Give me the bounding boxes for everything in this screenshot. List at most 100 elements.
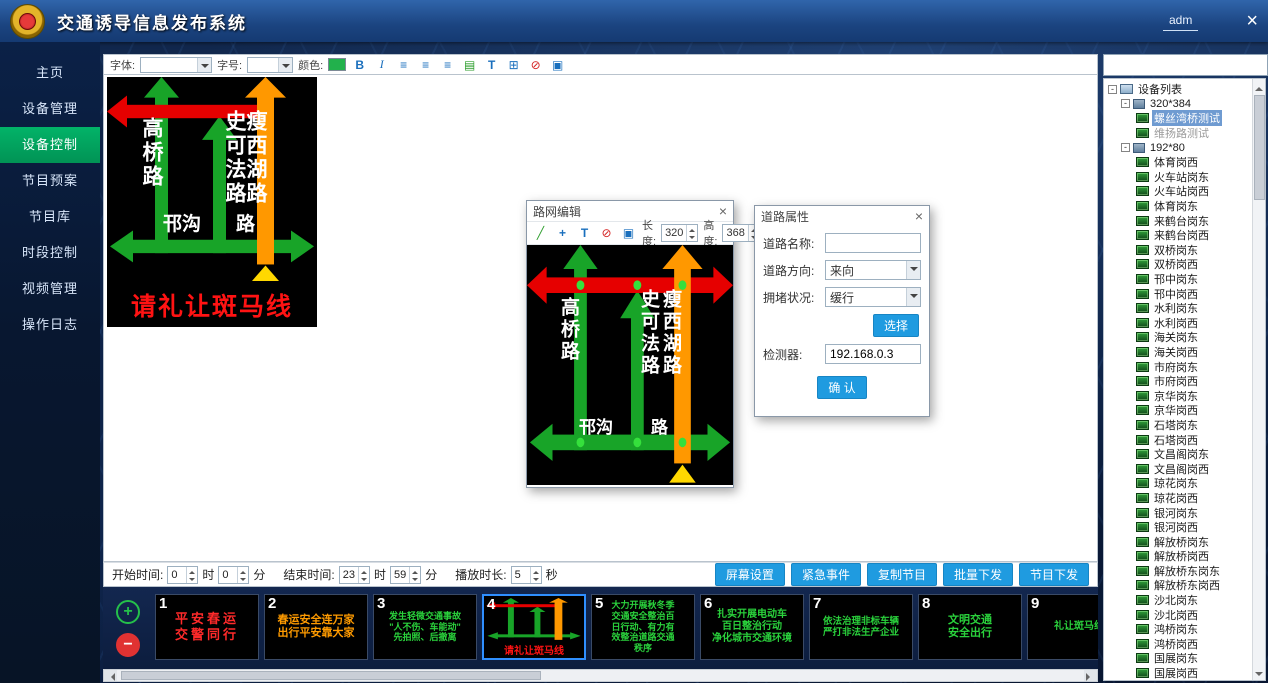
tree-device-item[interactable]: 石塔岗西 — [1107, 432, 1250, 447]
duration-spinner[interactable]: 5 — [511, 566, 542, 584]
tree-device-item[interactable]: 螺丝湾桥测试 — [1107, 111, 1250, 126]
tree-device-item[interactable]: 琼花岗西 — [1107, 491, 1250, 506]
close-icon[interactable]: × — [915, 209, 923, 223]
end-hour-spinner[interactable]: 23 — [339, 566, 370, 584]
tree-group-192x80[interactable]: - 192*80 — [1107, 140, 1250, 155]
forbid-icon[interactable]: ⊘ — [527, 57, 544, 73]
tree-device-item[interactable]: 双桥岗西 — [1107, 257, 1250, 272]
tree-device-item[interactable]: 解放桥岗东 — [1107, 534, 1250, 549]
tree-device-item[interactable]: 维扬路测试 — [1107, 126, 1250, 141]
nav-item-program-plan[interactable]: 节目预案 — [0, 163, 100, 199]
nav-item-video-management[interactable]: 视频管理 — [0, 271, 100, 307]
tree-device-item[interactable]: 海关岗西 — [1107, 345, 1250, 360]
spinner-arrows-icon[interactable] — [358, 567, 369, 583]
spinner-arrows-icon[interactable] — [530, 567, 541, 583]
detector-input[interactable] — [825, 344, 921, 364]
tree-device-item[interactable]: 京华岗西 — [1107, 403, 1250, 418]
tree-device-item[interactable]: 水利岗东 — [1107, 301, 1250, 316]
playlist-item-1[interactable]: 1 平安春运 交警同行 — [155, 594, 259, 660]
tree-device-item[interactable]: 火车站岗东 — [1107, 170, 1250, 185]
bold-icon[interactable]: B — [351, 57, 368, 73]
screen-settings-button[interactable]: 屏幕设置 — [715, 563, 785, 586]
scroll-left-icon[interactable] — [104, 670, 117, 681]
nav-item-home[interactable]: 主页 — [0, 55, 100, 91]
text-tool-icon[interactable]: T — [576, 225, 593, 241]
road-direction-select[interactable]: 来向 — [825, 260, 921, 280]
collapse-icon[interactable]: - — [1121, 143, 1130, 152]
nav-item-device-management[interactable]: 设备管理 — [0, 91, 100, 127]
nav-item-operation-log[interactable]: 操作日志 — [0, 307, 100, 343]
align-left-icon[interactable]: ≡ — [395, 57, 412, 73]
draw-line-icon[interactable]: ╱ — [532, 225, 549, 241]
road-name-input[interactable] — [825, 233, 921, 253]
tree-device-item[interactable]: 鸿桥岗东 — [1107, 622, 1250, 637]
tree-device-item[interactable]: 石塔岗东 — [1107, 418, 1250, 433]
tree-device-item[interactable]: 来鹤台岗西 — [1107, 228, 1250, 243]
collapse-icon[interactable]: - — [1121, 99, 1130, 108]
add-program-button[interactable]: + — [116, 600, 140, 624]
font-size-select[interactable] — [247, 57, 293, 73]
spinner-arrows-icon[interactable] — [186, 567, 197, 583]
close-icon[interactable]: × — [719, 204, 727, 218]
tree-device-item[interactable]: 来鹤台岗东 — [1107, 213, 1250, 228]
scroll-up-icon[interactable] — [1253, 79, 1266, 92]
tree-device-item[interactable]: 双桥岗东 — [1107, 243, 1250, 258]
tree-group-320x384[interactable]: - 320*384 — [1107, 97, 1250, 112]
sign-preview[interactable]: 高桥路 史可法路 瘦西湖路 邗沟 路 请礼让斑马线 — [107, 77, 317, 327]
scroll-right-icon[interactable] — [1084, 670, 1097, 681]
tree-device-item[interactable]: 市府岗东 — [1107, 359, 1250, 374]
playlist-item-7[interactable]: 7 依法治理非标车辆 严打非法生产企业 — [809, 594, 913, 660]
fit-frame-icon[interactable]: ⊞ — [505, 57, 522, 73]
forbid-icon[interactable]: ⊘ — [598, 225, 615, 241]
device-search-input[interactable] — [1103, 54, 1268, 76]
scroll-down-icon[interactable] — [1253, 667, 1266, 680]
insert-text-icon[interactable]: T — [483, 57, 500, 73]
tree-device-item[interactable]: 沙北岗东 — [1107, 593, 1250, 608]
vertical-scrollbar[interactable] — [1252, 79, 1265, 680]
align-center-icon[interactable]: ≡ — [417, 57, 434, 73]
color-swatch[interactable] — [328, 58, 346, 71]
copy-program-button[interactable]: 复制节目 — [867, 563, 937, 586]
road-edit-canvas[interactable]: 高桥路 史可法路 瘦西湖路 邗沟 路 — [527, 245, 733, 485]
tree-device-item[interactable]: 邗中岗东 — [1107, 272, 1250, 287]
spinner-arrows-icon[interactable] — [237, 567, 248, 583]
crossing-icon[interactable]: + — [554, 225, 571, 241]
current-user[interactable]: adm — [1163, 13, 1198, 31]
horizontal-scrollbar[interactable] — [103, 669, 1098, 682]
tree-device-item[interactable]: 解放桥东岗东 — [1107, 564, 1250, 579]
tree-device-item[interactable]: 邗中岗西 — [1107, 286, 1250, 301]
tree-device-item[interactable]: 体育岗东 — [1107, 199, 1250, 214]
collapse-icon[interactable]: - — [1108, 85, 1117, 94]
congestion-select[interactable]: 缓行 — [825, 287, 921, 307]
tree-device-item[interactable]: 体育岗西 — [1107, 155, 1250, 170]
dialog-titlebar[interactable]: 道路属性 × — [755, 206, 929, 226]
save-icon[interactable]: ▣ — [620, 225, 637, 241]
confirm-button[interactable]: 确 认 — [817, 376, 866, 399]
nav-item-time-control[interactable]: 时段控制 — [0, 235, 100, 271]
emergency-event-button[interactable]: 紧急事件 — [791, 563, 861, 586]
playlist-item-2[interactable]: 2 春运安全连万家 出行平安靠大家 — [264, 594, 368, 660]
send-program-button[interactable]: 节目下发 — [1019, 563, 1089, 586]
nav-item-device-control[interactable]: 设备控制 — [0, 127, 100, 163]
tree-device-item[interactable]: 水利岗西 — [1107, 316, 1250, 331]
start-hour-spinner[interactable]: 0 — [167, 566, 198, 584]
tree-device-item[interactable]: 国展岗东 — [1107, 651, 1250, 666]
tree-device-item[interactable]: 海关岗东 — [1107, 330, 1250, 345]
dialog-titlebar[interactable]: 路网编辑 × — [527, 201, 733, 221]
tree-device-item[interactable]: 市府岗西 — [1107, 374, 1250, 389]
tree-device-item[interactable]: 京华岗东 — [1107, 388, 1250, 403]
playlist-item-8[interactable]: 8 文明交通 安全出行 — [918, 594, 1022, 660]
tree-device-item[interactable]: 文昌阁岗东 — [1107, 447, 1250, 462]
playlist-item-4-selected[interactable]: 4 请礼让斑马线 — [482, 594, 586, 660]
nav-item-program-library[interactable]: 节目库 — [0, 199, 100, 235]
playlist-item-3[interactable]: 3 发生轻微交通事故 "人不伤、车能动" 先拍照、后撤离 — [373, 594, 477, 660]
tree-device-item[interactable]: 琼花岗东 — [1107, 476, 1250, 491]
scrollbar-thumb[interactable] — [1254, 95, 1265, 200]
tree-device-item[interactable]: 沙北岗西 — [1107, 607, 1250, 622]
align-right-icon[interactable]: ≡ — [439, 57, 456, 73]
remove-program-button[interactable]: − — [116, 633, 140, 657]
italic-icon[interactable]: I — [373, 57, 390, 73]
tree-device-item[interactable]: 文昌阁岗西 — [1107, 461, 1250, 476]
batch-send-button[interactable]: 批量下发 — [943, 563, 1013, 586]
tree-device-item[interactable]: 银河岗东 — [1107, 505, 1250, 520]
